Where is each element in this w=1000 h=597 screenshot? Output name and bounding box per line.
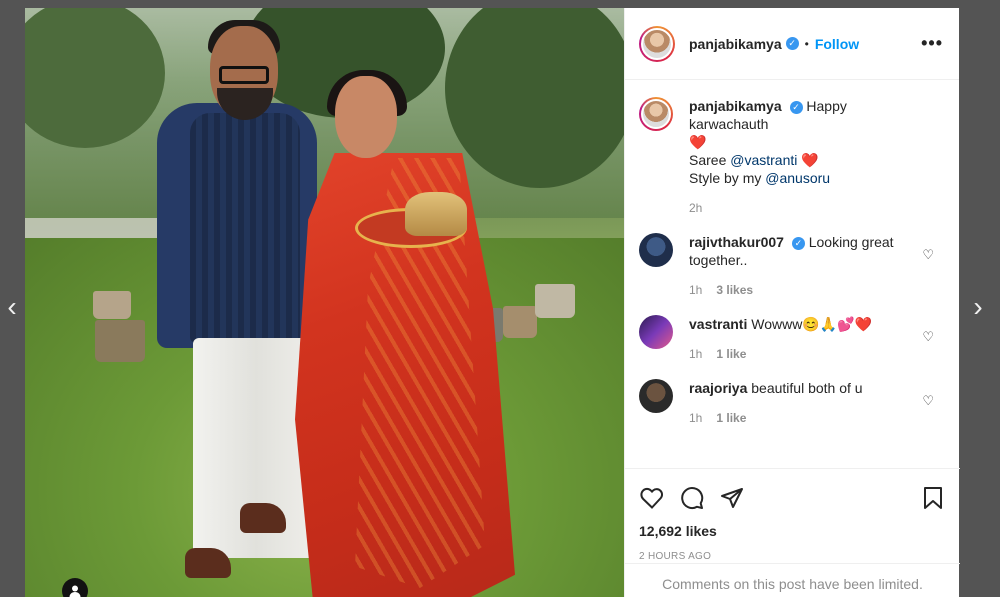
separator-dot: •: [804, 36, 809, 51]
post-timestamp[interactable]: 2 HOURS AGO: [639, 551, 946, 562]
user-silhouette-icon: [69, 585, 81, 597]
like-count[interactable]: 12,692 likes: [639, 523, 946, 539]
caption-time[interactable]: 2h: [689, 199, 702, 217]
commenter-username[interactable]: raajoriya: [689, 380, 747, 396]
author-username[interactable]: panjabikamya: [689, 36, 782, 52]
photo-plant-pot: [535, 284, 575, 318]
comments-list[interactable]: panjabikamya ✓ Happy karwachauth ❤️ Sare…: [625, 81, 960, 467]
comment-meta: 1h 3 likes: [689, 281, 919, 299]
verified-icon: ✓: [791, 236, 805, 250]
commenter-avatar[interactable]: [639, 315, 673, 349]
share-icon[interactable]: [719, 485, 745, 511]
caption-meta: 2h: [689, 199, 919, 217]
caption-body: panjabikamya ✓ Happy karwachauth ❤️ Sare…: [689, 97, 919, 217]
comment-body: vastranti Wowww😊🙏💕❤️ 1h 1 like: [689, 315, 919, 363]
commenter-username[interactable]: vastranti: [689, 316, 747, 332]
commenter-username[interactable]: rajivthakur007: [689, 234, 784, 250]
verified-icon: ✓: [789, 100, 803, 114]
mention-link[interactable]: @vastranti: [730, 152, 797, 168]
post-details-panel: panjabikamya ✓ • Follow ••• panjabikamya…: [624, 8, 960, 597]
photo-man-glasses: [219, 66, 269, 84]
comment-text: Wowww😊🙏💕❤️: [751, 316, 873, 332]
comment-body: raajoriya beautiful both of u 1h 1 like: [689, 379, 919, 427]
commenter-avatar[interactable]: [639, 233, 673, 267]
comment-time[interactable]: 1h: [689, 345, 702, 363]
post-photo[interactable]: [25, 8, 624, 597]
comment-like-heart-icon[interactable]: ♡: [922, 393, 934, 409]
comment-icon[interactable]: [679, 485, 705, 511]
author-avatar[interactable]: [639, 25, 675, 62]
more-options-icon[interactable]: •••: [921, 33, 943, 54]
heart-emoji: ❤️: [689, 134, 707, 150]
verified-icon: ✓: [785, 37, 799, 50]
post-actions: 12,692 likes 2 HOURS AGO: [625, 468, 960, 562]
caption-line-3-text: Style by my: [689, 170, 762, 186]
comment-item: vastranti Wowww😊🙏💕❤️ 1h 1 like ♡: [625, 299, 960, 363]
commenter-avatar[interactable]: [639, 379, 673, 413]
comment-likes[interactable]: 1 like: [716, 345, 746, 363]
comment-item: raajoriya beautiful both of u 1h 1 like …: [625, 363, 960, 427]
comment-meta: 1h 1 like: [689, 409, 919, 427]
previous-post-arrow[interactable]: ‹: [0, 292, 24, 322]
action-buttons: [639, 481, 946, 515]
comment-meta: 1h 1 like: [689, 345, 919, 363]
comment-like-heart-icon[interactable]: ♡: [922, 247, 934, 263]
author-avatar[interactable]: [639, 97, 673, 131]
comment-body: rajivthakur007 ✓ Looking great together.…: [689, 233, 919, 299]
photo-tree-stump: [95, 320, 145, 362]
comment-item: rajivthakur007 ✓ Looking great together.…: [625, 217, 960, 299]
comment-likes[interactable]: 3 likes: [716, 281, 753, 299]
caption-line-2-text: Saree: [689, 152, 727, 168]
comment-time[interactable]: 1h: [689, 409, 702, 427]
bookmark-icon[interactable]: [920, 485, 946, 511]
photo-man-shoe: [240, 503, 286, 533]
post-header: panjabikamya ✓ • Follow •••: [625, 8, 959, 80]
photo-woman-face: [335, 76, 397, 158]
next-post-arrow[interactable]: ›: [966, 292, 990, 322]
comment-likes[interactable]: 1 like: [716, 409, 746, 427]
photo-man-vest: [190, 113, 300, 343]
comment-time[interactable]: 1h: [689, 281, 702, 299]
caption-username[interactable]: panjabikamya: [689, 98, 782, 114]
follow-button[interactable]: Follow: [815, 36, 859, 52]
comments-limited-notice: Comments on this post have been limited.: [625, 563, 960, 597]
post-caption: panjabikamya ✓ Happy karwachauth ❤️ Sare…: [625, 81, 960, 217]
photo-man-shoe: [185, 548, 231, 578]
comment-like-heart-icon[interactable]: ♡: [922, 329, 934, 345]
photo-sieve: [405, 192, 467, 236]
photo-plant-pot: [503, 306, 537, 338]
comment-text: beautiful both of u: [751, 380, 863, 396]
photo-plant-pot: [93, 291, 131, 319]
mention-link[interactable]: @anusoru: [765, 170, 830, 186]
heart-emoji: ❤️: [801, 152, 819, 168]
heart-icon[interactable]: [639, 485, 665, 511]
tag-user-icon[interactable]: [62, 578, 88, 597]
